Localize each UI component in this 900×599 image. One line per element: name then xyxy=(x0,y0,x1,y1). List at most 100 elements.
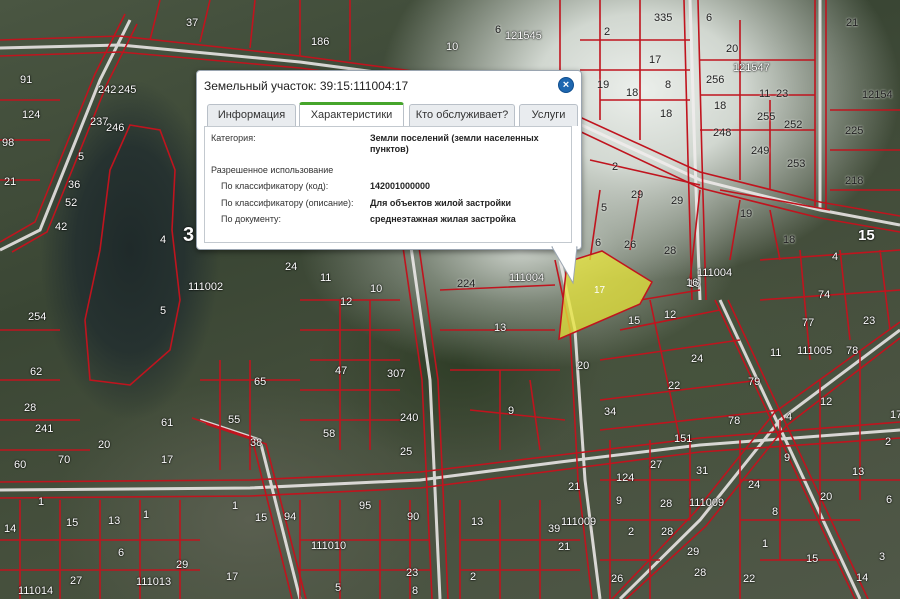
parcel-label: 29 xyxy=(631,189,644,201)
parcel-label: 15 xyxy=(628,315,641,327)
parcel-label: 27 xyxy=(70,575,83,587)
parcel-label: 20 xyxy=(820,491,833,503)
parcel-label: 2 xyxy=(885,436,892,448)
parcel-label: 98 xyxy=(2,137,15,149)
permitted-use-label: Разрешенное использование xyxy=(211,165,334,175)
parcel-label: 6 xyxy=(118,547,125,559)
parcel-label: 124 xyxy=(616,472,635,484)
parcel-label: 23 xyxy=(776,88,789,100)
parcel-label: 15 xyxy=(255,512,268,524)
tab-who-serves[interactable]: Кто обслуживает? xyxy=(409,104,515,126)
parcel-label: 13 xyxy=(108,515,121,527)
parcel-label: 36 xyxy=(68,179,81,191)
close-icon[interactable]: × xyxy=(558,77,574,93)
parcel-label: 1 xyxy=(762,538,769,550)
tab-info[interactable]: Информация xyxy=(207,104,296,126)
block-label: 111014 xyxy=(18,585,54,597)
parcel-label: 20 xyxy=(577,360,590,372)
characteristics-panel: Категория: Земли поселений (земли населе… xyxy=(204,126,572,243)
parcel-label: 8 xyxy=(772,506,779,518)
parcel-label: 335 xyxy=(654,12,673,24)
parcel-label: 25 xyxy=(400,446,413,458)
parcel-label: 14 xyxy=(4,523,17,535)
block-label: 111010 xyxy=(311,540,347,552)
parcel-label: 58 xyxy=(323,428,336,440)
parcel-label: 4 xyxy=(160,234,167,246)
parcel-label: 62 xyxy=(30,366,43,378)
parcel-label: 26 xyxy=(624,239,637,251)
parcel-label: 252 xyxy=(784,119,803,131)
parcel-label: 9 xyxy=(616,495,623,507)
parcel-label: 70 xyxy=(58,454,71,466)
parcel-label: 18 xyxy=(660,108,673,120)
block-label: 111005 xyxy=(797,345,833,357)
parcel-label: 19 xyxy=(740,208,753,220)
parcel-label: 2 xyxy=(604,26,611,38)
parcel-label: 38 xyxy=(250,437,263,449)
block-label: 121545 xyxy=(505,30,542,42)
parcel-label: 3 xyxy=(879,551,886,563)
parcel-label: 20 xyxy=(726,43,739,55)
parcel-label: 6 xyxy=(595,237,602,249)
parcel-label: 11 xyxy=(770,347,782,359)
district-label: 3 xyxy=(183,224,195,246)
parcel-label: 24 xyxy=(748,479,761,491)
parcel-label: 91 xyxy=(20,74,33,86)
parcel-label: 254 xyxy=(28,311,47,323)
parcel-label: 10 xyxy=(370,283,383,295)
parcel-label: 1 xyxy=(38,496,45,508)
parcel-label: 78 xyxy=(728,415,741,427)
parcel-label: 15 xyxy=(66,517,79,529)
parcel-label: 17 xyxy=(890,409,900,421)
tab-characteristics[interactable]: Характеристики xyxy=(299,102,404,128)
parcel-label: 28 xyxy=(694,567,707,579)
parcel-label: 77 xyxy=(802,317,815,329)
parcel-label: 225 xyxy=(845,125,864,137)
block-label: 111002 xyxy=(188,281,224,293)
district-label: 15 xyxy=(858,227,875,244)
parcel-label: 95 xyxy=(359,500,372,512)
parcel-label: 6 xyxy=(706,12,713,24)
parcel-label: 2 xyxy=(612,161,619,173)
parcel-label: 17 xyxy=(649,54,662,66)
block-label: 111004 xyxy=(509,272,545,284)
parcel-label: 307 xyxy=(387,368,406,380)
parcel-label: 17 xyxy=(226,571,239,583)
tab-services[interactable]: Услуги xyxy=(519,104,578,126)
parcel-label: 17 xyxy=(161,454,174,466)
parcel-label: 12 xyxy=(340,296,353,308)
parcel-label: 255 xyxy=(757,111,776,123)
parcel-label: 240 xyxy=(400,412,419,424)
parcel-label: 23 xyxy=(406,567,419,579)
parcel-label: 242 xyxy=(98,84,117,96)
parcel-label: 37 xyxy=(186,17,199,29)
parcel-label: 60 xyxy=(14,459,27,471)
parcel-label: 186 xyxy=(311,36,330,48)
selected-parcel-label: 17 xyxy=(594,285,606,296)
classifier-code-label: По классификатору (код): xyxy=(221,181,329,191)
parcel-label: 27 xyxy=(650,459,663,471)
parcel-label: 4 xyxy=(786,411,793,423)
parcel-label: 65 xyxy=(254,376,267,388)
parcel-label: 47 xyxy=(335,365,348,377)
parcel-label: 19 xyxy=(597,79,610,91)
parcel-label: 151 xyxy=(674,433,693,445)
parcel-label: 218 xyxy=(845,175,864,187)
parcel-label: 26 xyxy=(611,573,624,585)
parcel-label: 249 xyxy=(751,145,770,157)
parcel-label: 20 xyxy=(98,439,111,451)
parcel-label: 12 xyxy=(664,309,677,321)
parcel-label: 241 xyxy=(35,423,54,435)
parcel-label: 22 xyxy=(668,380,681,392)
parcel-label: 21 xyxy=(568,481,581,493)
parcel-label: 52 xyxy=(65,197,78,209)
parcel-label: 21 xyxy=(4,176,17,188)
parcel-label: 248 xyxy=(713,127,732,139)
parcel-label: 31 xyxy=(696,465,709,477)
parcel-label: 224 xyxy=(457,278,476,290)
parcel-label: 13 xyxy=(852,466,865,478)
parcel-label: 5 xyxy=(601,202,608,214)
parcel-label: 8 xyxy=(412,585,419,597)
popup-title: Земельный участок: 39:15:111004:17 xyxy=(204,79,409,93)
classifier-desc-value: Для объектов жилой застройки xyxy=(370,198,512,208)
